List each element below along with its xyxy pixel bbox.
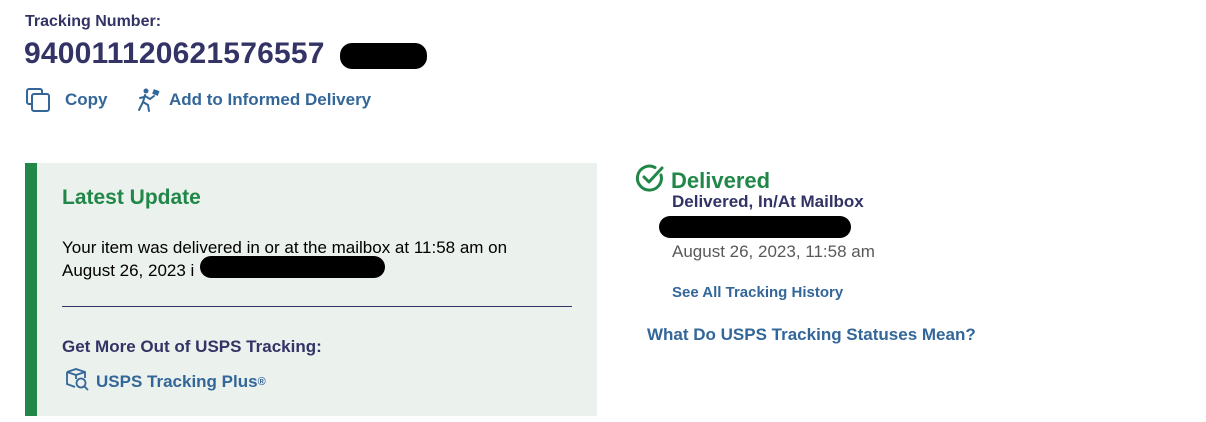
copy-label: Copy bbox=[65, 90, 108, 109]
redaction-tracking-number bbox=[340, 43, 427, 69]
usps-tracking-plus-link[interactable]: USPS Tracking Plus ® bbox=[64, 366, 266, 397]
latest-update-title: Latest Update bbox=[62, 186, 201, 209]
latest-update-date-text: August 26, 2023 i bbox=[62, 261, 195, 280]
mail-carrier-icon bbox=[136, 87, 162, 113]
status-date: August 26, 2023, 11:58 am bbox=[672, 242, 875, 261]
copy-icon bbox=[25, 87, 51, 113]
tracking-number-label: Tracking Number: bbox=[25, 13, 162, 30]
package-search-icon bbox=[64, 366, 90, 397]
copy-button[interactable]: Copy bbox=[25, 87, 108, 113]
see-all-tracking-history-link[interactable]: See All Tracking History bbox=[672, 284, 843, 301]
redaction-location bbox=[200, 256, 385, 278]
get-more-heading: Get More Out of USPS Tracking: bbox=[62, 337, 322, 356]
informed-delivery-label: Add to Informed Delivery bbox=[169, 90, 372, 109]
latest-update-accent-bar bbox=[25, 163, 37, 416]
latest-update-divider bbox=[62, 306, 572, 307]
tracking-number[interactable]: 940011120621576557 bbox=[24, 37, 325, 71]
tracking-plus-label: USPS Tracking Plus bbox=[96, 371, 258, 391]
add-to-informed-delivery-button[interactable]: Add to Informed Delivery bbox=[136, 87, 371, 113]
status-detail: Delivered, In/At Mailbox bbox=[672, 192, 864, 211]
tracking-statuses-help-link[interactable]: What Do USPS Tracking Statuses Mean? bbox=[647, 325, 976, 345]
check-circle-icon bbox=[635, 163, 665, 198]
tracking-number-value: 940011120621576557 bbox=[24, 37, 325, 70]
registered-mark: ® bbox=[257, 375, 266, 388]
status-title: Delivered bbox=[671, 167, 771, 193]
redaction-status-location bbox=[659, 216, 851, 238]
